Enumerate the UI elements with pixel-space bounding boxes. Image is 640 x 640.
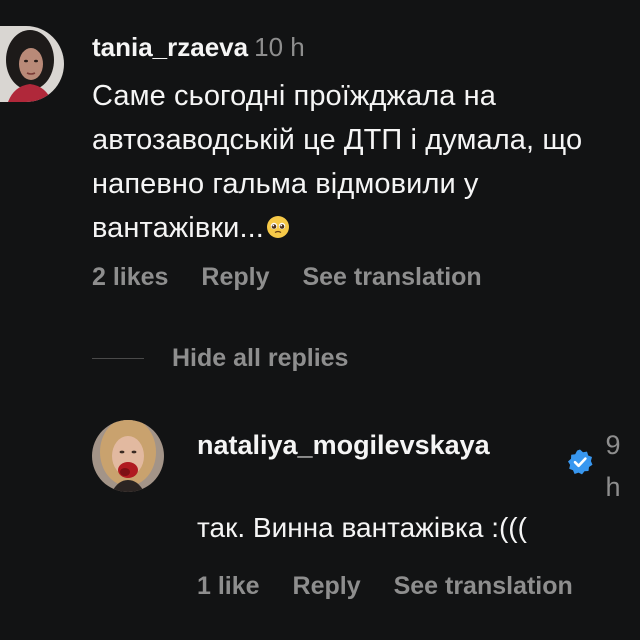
- comment-likes[interactable]: 2 likes: [92, 263, 168, 291]
- verified-badge-icon: [568, 449, 593, 475]
- avatar-tania[interactable]: [0, 26, 64, 102]
- hide-replies-button[interactable]: Hide all replies: [172, 344, 348, 373]
- comment-reply-button[interactable]: Reply: [201, 263, 269, 291]
- pleading-face-icon: [266, 216, 289, 238]
- reply-see-translation[interactable]: See translation: [394, 572, 573, 600]
- avatar-image: [92, 420, 164, 492]
- replies-divider: [92, 358, 144, 359]
- reply-likes[interactable]: 1 like: [197, 572, 260, 600]
- comments-thread: tania_rzaeva 10 h Саме сьогодні проїжджал…: [0, 0, 640, 640]
- avatar-image: [0, 26, 64, 102]
- comment-header: tania_rzaeva 10 h: [92, 31, 305, 63]
- comment-see-translation[interactable]: See translation: [302, 263, 481, 291]
- reply-text: так. Винна вантажівка :(((: [197, 512, 527, 543]
- reply-actions: 1 like Reply See translation: [197, 572, 599, 601]
- avatar-nataliya[interactable]: [92, 420, 164, 492]
- comment-time: 10 h: [254, 32, 305, 62]
- reply-time: 9 h: [605, 430, 621, 502]
- comment-username[interactable]: tania_rzaeva: [92, 32, 248, 62]
- reply-reply-button[interactable]: Reply: [293, 572, 361, 600]
- reply-username[interactable]: nataliya_mogilevskaya: [197, 424, 577, 466]
- comment-text: Саме сьогодні проїжджала на автозаводськ…: [92, 80, 583, 244]
- comment-text-block: Саме сьогодні проїжджала на автозаводськ…: [92, 74, 632, 250]
- comment-actions: 2 likes Reply See translation: [92, 263, 508, 292]
